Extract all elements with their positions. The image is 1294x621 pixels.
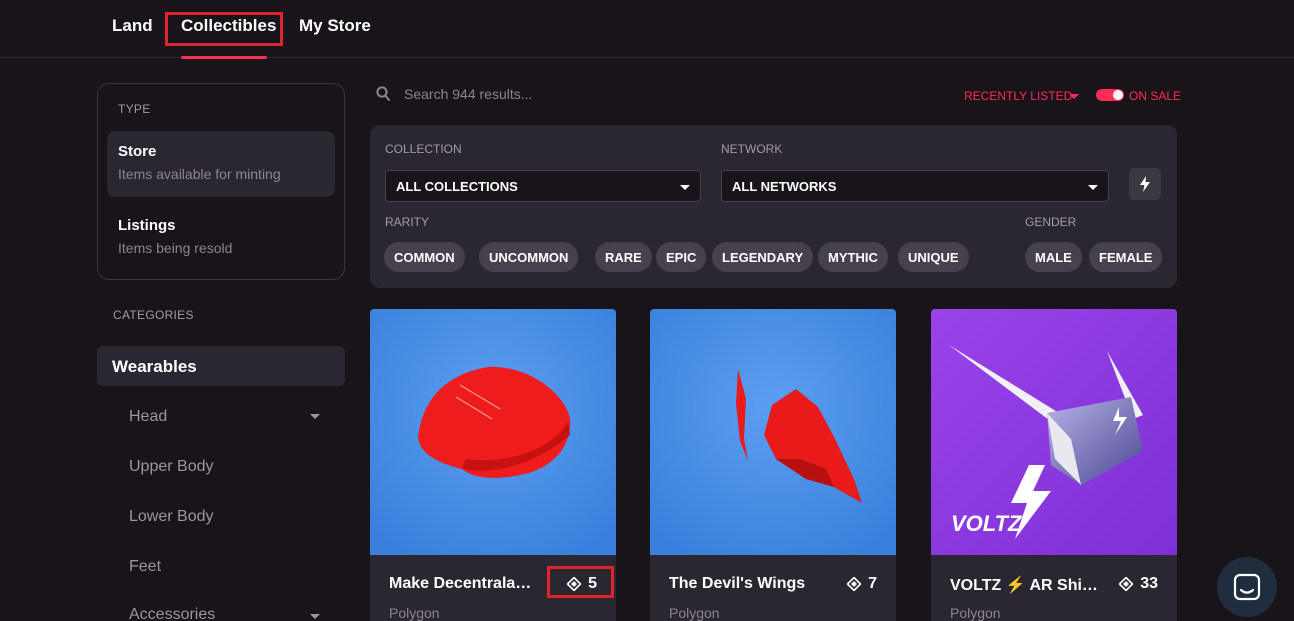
rarity-common[interactable]: COMMON xyxy=(384,242,465,272)
collection-value: ALL COLLECTIONS xyxy=(396,179,518,194)
item-network: Polygon xyxy=(389,605,440,621)
network-value: ALL NETWORKS xyxy=(732,179,837,194)
filter-panel: COLLECTION ALL COLLECTIONS NETWORK ALL N… xyxy=(370,125,1177,288)
chevron-down-icon[interactable] xyxy=(310,414,320,419)
chat-button[interactable] xyxy=(1217,557,1277,617)
voltz-logo: VOLTZ xyxy=(951,511,1023,536)
chevron-down-icon xyxy=(680,185,690,190)
type-subtitle: Items being resold xyxy=(118,240,233,256)
item-name: Make Decentraland Great Again xyxy=(389,575,539,592)
search-input[interactable] xyxy=(404,84,704,104)
collection-select[interactable]: ALL COLLECTIONS xyxy=(385,170,701,202)
gender-female[interactable]: FEMALE xyxy=(1089,242,1163,272)
tab-land[interactable]: Land xyxy=(112,16,153,36)
on-sale-label: ON SALE xyxy=(1129,89,1182,103)
network-label: NETWORK xyxy=(721,142,783,156)
rarity-rare[interactable]: RARE xyxy=(595,242,652,272)
rarity-epic[interactable]: EPIC xyxy=(656,242,707,272)
top-nav: Land Collectibles My Store xyxy=(0,0,1294,59)
chat-icon xyxy=(1233,573,1261,601)
type-title: Store xyxy=(118,143,157,160)
type-store[interactable]: Store Items available for minting xyxy=(107,131,335,197)
voltz-shield-icon: VOLTZ xyxy=(931,309,1177,555)
category-upper-body[interactable]: Upper Body xyxy=(129,458,214,476)
item-name: The Devil's Wings xyxy=(669,575,806,592)
highlight-box xyxy=(165,12,283,46)
rarity-mythic[interactable]: MYTHIC xyxy=(818,242,888,272)
category-wearables[interactable]: Wearables xyxy=(97,346,345,386)
chevron-down-icon[interactable] xyxy=(1069,94,1079,99)
rarity-unique[interactable]: UNIQUE xyxy=(898,242,969,272)
type-title: Listings xyxy=(118,217,176,234)
chevron-down-icon[interactable] xyxy=(310,614,320,619)
tab-my-store[interactable]: My Store xyxy=(299,16,371,36)
category-lower-body[interactable]: Lower Body xyxy=(129,508,214,526)
item-price: 7 xyxy=(847,575,877,593)
type-listings[interactable]: Listings Items being resold xyxy=(107,205,335,271)
price-value: 33 xyxy=(1140,575,1158,592)
active-tab-indicator xyxy=(181,56,267,59)
bolt-icon xyxy=(1140,176,1150,192)
category-head[interactable]: Head xyxy=(129,408,167,426)
network-select[interactable]: ALL NETWORKS xyxy=(721,170,1109,202)
chevron-down-icon xyxy=(1088,185,1098,190)
collection-label: COLLECTION xyxy=(385,142,462,156)
item-network: Polygon xyxy=(669,605,720,621)
type-label: TYPE xyxy=(118,102,151,116)
item-price: 33 xyxy=(1119,575,1158,593)
item-card[interactable]: VOLTZ VOLTZ ⚡ AR Shield 33 Polygon xyxy=(931,309,1177,621)
item-card[interactable]: The Devil's Wings 7 Polygon xyxy=(650,309,896,621)
item-name: VOLTZ ⚡ AR Shield xyxy=(950,577,1100,594)
mana-icon xyxy=(1119,577,1134,591)
red-cap-icon xyxy=(370,309,616,555)
type-filter: TYPE Store Items available for minting L… xyxy=(97,83,345,280)
bolt-button[interactable] xyxy=(1129,168,1161,200)
red-wings-icon xyxy=(650,309,896,555)
rarity-legendary[interactable]: LEGENDARY xyxy=(712,242,814,272)
item-network: Polygon xyxy=(950,605,1001,621)
price-value: 7 xyxy=(868,575,877,592)
search-icon xyxy=(376,86,390,101)
mana-icon xyxy=(847,577,862,591)
gender-male[interactable]: MALE xyxy=(1025,242,1082,272)
highlight-box xyxy=(547,566,614,598)
rarity-label: RARITY xyxy=(385,215,430,229)
gender-label: GENDER xyxy=(1025,215,1077,229)
category-accessories[interactable]: Accessories xyxy=(129,606,215,621)
categories-label: CATEGORIES xyxy=(113,308,194,322)
rarity-uncommon[interactable]: UNCOMMON xyxy=(479,242,579,272)
on-sale-toggle[interactable] xyxy=(1096,89,1124,101)
category-feet[interactable]: Feet xyxy=(129,558,161,576)
type-subtitle: Items available for minting xyxy=(118,166,281,182)
sort-dropdown[interactable]: RECENTLY LISTED xyxy=(964,89,1072,103)
